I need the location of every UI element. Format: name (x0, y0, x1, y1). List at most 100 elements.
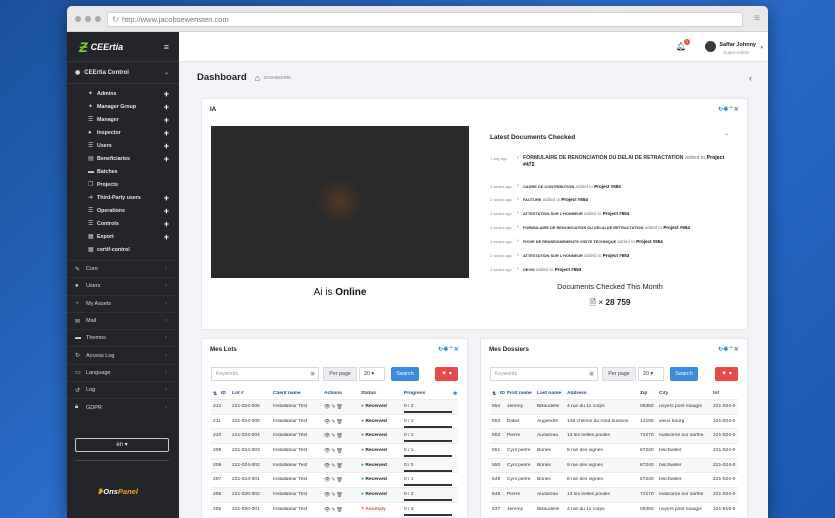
filter-button[interactable]: ▼ ▾ (715, 367, 738, 381)
column-header[interactable]: ID (221, 391, 226, 396)
row-actions[interactable]: 👁︎✎🗑︎ (324, 492, 344, 498)
back-chevron-icon[interactable]: ‹ (749, 73, 752, 83)
table-row[interactable]: 552 Pierre Audureau 13 les belles poules 722… (490, 429, 738, 445)
sidebar-item-manager-group[interactable]: ✦ Manager Group + (67, 100, 179, 113)
add-icon[interactable]: + (164, 128, 169, 138)
sidebar-item-controls[interactable]: ☰ Controls + (67, 217, 179, 230)
column-header[interactable]: lot (713, 391, 719, 396)
sidebar-nav-my-assets[interactable]: ◔ My Assets › (67, 294, 179, 312)
sidebar-nav-mail[interactable]: ✉ Mail › (67, 311, 179, 329)
card-tools[interactable]: ↻✱⌃✕ (718, 346, 739, 353)
browser-menu-icon[interactable]: ≡ (754, 13, 760, 24)
table-row[interactable]: 208 221-024-002 Installateur Test 👁︎✎🗑︎ ● Re… (211, 458, 458, 474)
column-header[interactable]: Progress (404, 391, 425, 396)
sidebar-nav-language[interactable]: ▭ Language › (67, 363, 179, 381)
clear-icon[interactable]: ▣ (589, 368, 594, 380)
sidebar-item-projects[interactable]: ❐ Projects (67, 178, 179, 191)
add-icon[interactable]: + (164, 206, 169, 216)
row-actions[interactable]: 👁︎✎🗑︎ (324, 419, 344, 425)
project-link[interactable]: Project #554 (636, 239, 663, 244)
row-actions[interactable]: 👁︎✎🗑︎ (324, 433, 344, 439)
project-link[interactable]: Project #554 (561, 197, 588, 202)
per-page-select[interactable]: 20 ▾ (359, 367, 385, 381)
sidebar-nav-log[interactable]: ↺ Log › (67, 381, 179, 398)
sidebar-item-manager[interactable]: ☰ Manager + (67, 113, 179, 126)
sort-icon[interactable]: ⇅ (492, 391, 496, 397)
add-icon[interactable]: + (164, 193, 169, 203)
column-header[interactable]: Zip (640, 391, 647, 396)
add-icon[interactable]: + (164, 115, 169, 125)
add-icon[interactable]: + (164, 89, 169, 99)
per-page-select[interactable]: 20 ▾ (638, 367, 664, 381)
row-actions[interactable]: 👁︎✎🗑︎ (324, 477, 344, 483)
user-name[interactable]: Saffar Johnny (719, 42, 756, 48)
project-link[interactable]: Project #553 (603, 253, 630, 258)
column-header[interactable]: Lot # (232, 391, 244, 396)
sidebar-nav-access-log[interactable]: ↻ Access Log › (67, 346, 179, 363)
table-row[interactable]: 205 221-020-001 Installateur Test 👁︎✎🗑︎? An… (211, 503, 458, 518)
add-icon[interactable]: + (164, 232, 169, 242)
table-row[interactable]: 212 221-024-005 Installateur Test 👁︎✎🗑︎ ● Re… (211, 400, 458, 415)
table-row[interactable]: 549 Cyril pierre Bories 8 rue des vignes 672… (490, 473, 738, 489)
add-icon[interactable]: + (164, 154, 169, 164)
brand[interactable]: Ƶ CEErtia ≡ (67, 32, 179, 62)
avatar[interactable] (705, 41, 716, 52)
keywords-input[interactable]: Keywords ▣ (211, 367, 319, 381)
search-button[interactable]: Search (670, 367, 698, 381)
address-bar[interactable]: ↻ http://www.jacobsewensten.com (107, 12, 743, 27)
column-header[interactable]: Last name (537, 391, 561, 396)
project-link[interactable]: Project #554 (603, 211, 630, 216)
breadcrumb[interactable]: DASHBOARD (264, 75, 291, 80)
table-row[interactable]: 554 Jeremy Billaudelle 4 rue du 11 corps 063… (490, 400, 738, 415)
sidebar-item-users[interactable]: ☰ Users + (67, 139, 179, 152)
add-icon[interactable]: + (164, 102, 169, 112)
table-row[interactable]: 551 Cyril pierre Bories 8 rue des vignes 672… (490, 444, 738, 459)
filter-button[interactable]: ▼ ▾ (435, 367, 458, 381)
sidebar-item-admins[interactable]: ✦ Admins + (67, 87, 179, 100)
sidebar-item-export[interactable]: ▦ Export + (67, 230, 179, 243)
column-header[interactable]: First name (507, 391, 532, 396)
search-button[interactable]: Search (391, 367, 419, 381)
project-link[interactable]: Project #553 (555, 267, 582, 272)
window-controls[interactable] (75, 16, 101, 22)
user-menu-caret-icon[interactable]: ▾ (760, 45, 763, 51)
sidebar-item-certif-control[interactable]: ▦ certif-control (67, 243, 179, 256)
home-icon[interactable]: ⌂ (255, 73, 260, 83)
collapse-caret-icon[interactable]: ⌃ (724, 133, 729, 140)
column-header[interactable]: City (659, 391, 668, 396)
table-row[interactable]: 206 221-020-002 Installateur Test 👁︎✎🗑︎ ● Re… (211, 488, 458, 503)
table-row[interactable]: 548 Pierre Audureau 13 les belles poules 722… (490, 488, 738, 503)
sidebar-item-inspector[interactable]: ● Inspector + (67, 126, 179, 139)
project-link[interactable]: Project #554 (663, 225, 690, 230)
column-header[interactable]: ID (500, 391, 505, 396)
clear-icon[interactable]: ▣ (310, 368, 315, 380)
table-row[interactable]: 210 221-024-004 Installateur Test 👁︎✎🗑︎ ● Re… (211, 429, 458, 445)
sidebar-nav-themes[interactable]: ▬ Themes › (67, 329, 179, 346)
add-icon[interactable]: + (164, 141, 169, 151)
row-actions[interactable]: 👁︎✎🗑︎ (324, 448, 344, 454)
table-row[interactable]: 211 221-024-005 Installateur Test 👁︎✎🗑︎ ● Re… (211, 415, 458, 430)
sidebar-nav-core[interactable]: ✎ Core › (67, 260, 179, 277)
table-row[interactable]: 553 Didier Augendre 146 chemin du rond buis… (490, 415, 738, 430)
notification-bell-icon[interactable]: 🔔︎ 1 (676, 39, 690, 51)
sidebar-item-third-party-users[interactable]: ➜ Third-Party users + (67, 191, 179, 204)
column-header[interactable]: Address (567, 391, 587, 396)
row-actions[interactable]: 👁︎✎🗑︎ (324, 404, 344, 410)
card-tools[interactable]: ↻✱⌃✕ (718, 106, 739, 113)
column-header[interactable]: Client name (273, 391, 301, 396)
sort-icon[interactable]: ⇅ (213, 391, 217, 397)
keywords-input[interactable]: Keywords ▣ (490, 367, 598, 381)
sidebar-item-batches[interactable]: ▬ Batches (67, 165, 179, 178)
row-actions[interactable]: 👁︎✎🗑︎ (324, 463, 344, 469)
column-header[interactable]: Status (361, 391, 376, 396)
language-select[interactable]: en ▾ (75, 438, 169, 452)
reload-icon[interactable]: ↻ (112, 13, 119, 26)
table-row[interactable]: 207 221-024-001 Installateur Test 👁︎✎🗑︎ ● Re… (211, 473, 458, 489)
table-row[interactable]: 537 Jeremy Billaudelle 4 rue du 11 corps 063… (490, 503, 738, 518)
sidebar-item-operations[interactable]: ☰ Operations + (67, 204, 179, 217)
sidebar-item-beneficiaries[interactable]: ▤ Beneficiaries + (67, 152, 179, 165)
project-link[interactable]: Project #554 (594, 184, 621, 189)
add-icon[interactable]: + (164, 219, 169, 229)
table-row[interactable]: 550 Cyril pierre Bories 8 rue des vignes 672… (490, 458, 738, 474)
row-actions[interactable]: 👁︎✎🗑︎ (324, 507, 344, 513)
